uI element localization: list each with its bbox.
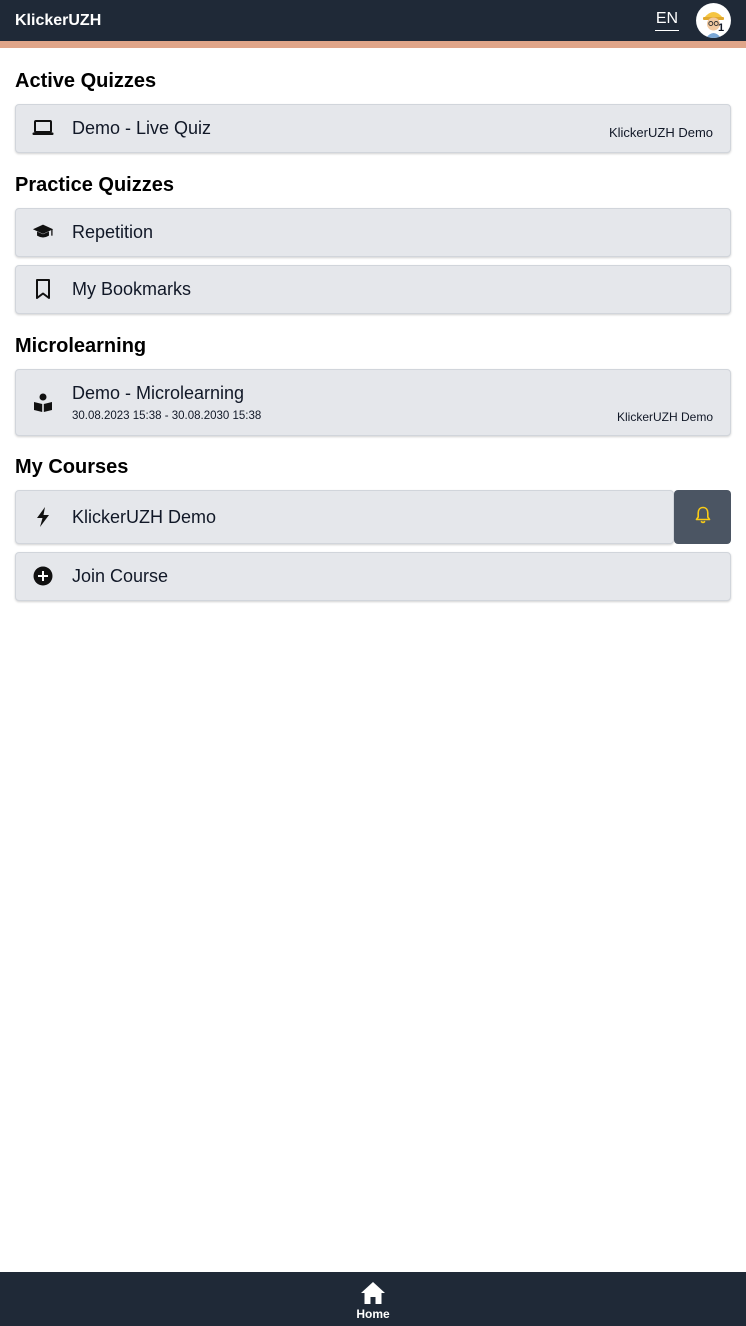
join-course-button[interactable]: Join Course <box>15 552 731 601</box>
notifications-button[interactable] <box>674 490 731 544</box>
microlearning-card-dates: 30.08.2023 15:38 - 30.08.2030 15:38 <box>72 410 262 422</box>
microlearning-card-course: KlickerUZH Demo <box>616 410 713 424</box>
bolt-icon <box>32 506 54 528</box>
course-card-klickeruzh-demo[interactable]: KlickerUZH Demo <box>15 490 674 544</box>
nav-tab-home-label: Home <box>356 1307 390 1321</box>
practice-card-label: My Bookmarks <box>72 279 192 299</box>
section-title-microlearning: Microlearning <box>15 335 147 357</box>
quiz-card-course: KlickerUZH Demo <box>608 125 713 140</box>
course-card-label: KlickerUZH Demo <box>72 507 217 527</box>
graduation-cap-icon <box>32 221 54 243</box>
laptop-icon <box>32 117 54 139</box>
accent-divider <box>0 41 746 48</box>
microlearning-card-label: Demo - Microlearning <box>72 383 245 403</box>
practice-card-bookmarks[interactable]: My Bookmarks <box>15 265 731 314</box>
home-icon <box>360 1281 386 1305</box>
section-title-my-courses: My Courses <box>15 456 129 478</box>
language-switcher[interactable]: EN <box>655 10 679 31</box>
brand-title[interactable]: KlickerUZH <box>15 12 101 30</box>
bookmark-icon <box>32 278 54 300</box>
top-navbar: KlickerUZH <box>0 0 746 41</box>
section-title-active-quizzes: Active Quizzes <box>15 70 157 92</box>
practice-card-label: Repetition <box>72 222 154 242</box>
avatar-level-badge: 1 <box>718 22 725 34</box>
quiz-card-live-quiz[interactable]: Demo - Live Quiz KlickerUZH Demo <box>15 104 731 153</box>
microlearning-card[interactable]: Demo - Microlearning 30.08.2023 15:38 - … <box>15 369 731 436</box>
avatar-icon <box>696 3 731 38</box>
avatar[interactable] <box>696 3 731 38</box>
join-course-label: Join Course <box>72 566 169 586</box>
practice-card-repetition[interactable]: Repetition <box>15 208 731 257</box>
plus-circle-icon <box>32 565 54 587</box>
nav-tab-home[interactable]: Home <box>343 1272 403 1326</box>
book-reader-icon <box>32 392 54 414</box>
bottom-navbar: Home <box>0 1272 746 1326</box>
quiz-card-label: Demo - Live Quiz <box>72 118 212 138</box>
section-title-practice-quizzes: Practice Quizzes <box>15 174 174 196</box>
bell-icon <box>695 506 711 529</box>
